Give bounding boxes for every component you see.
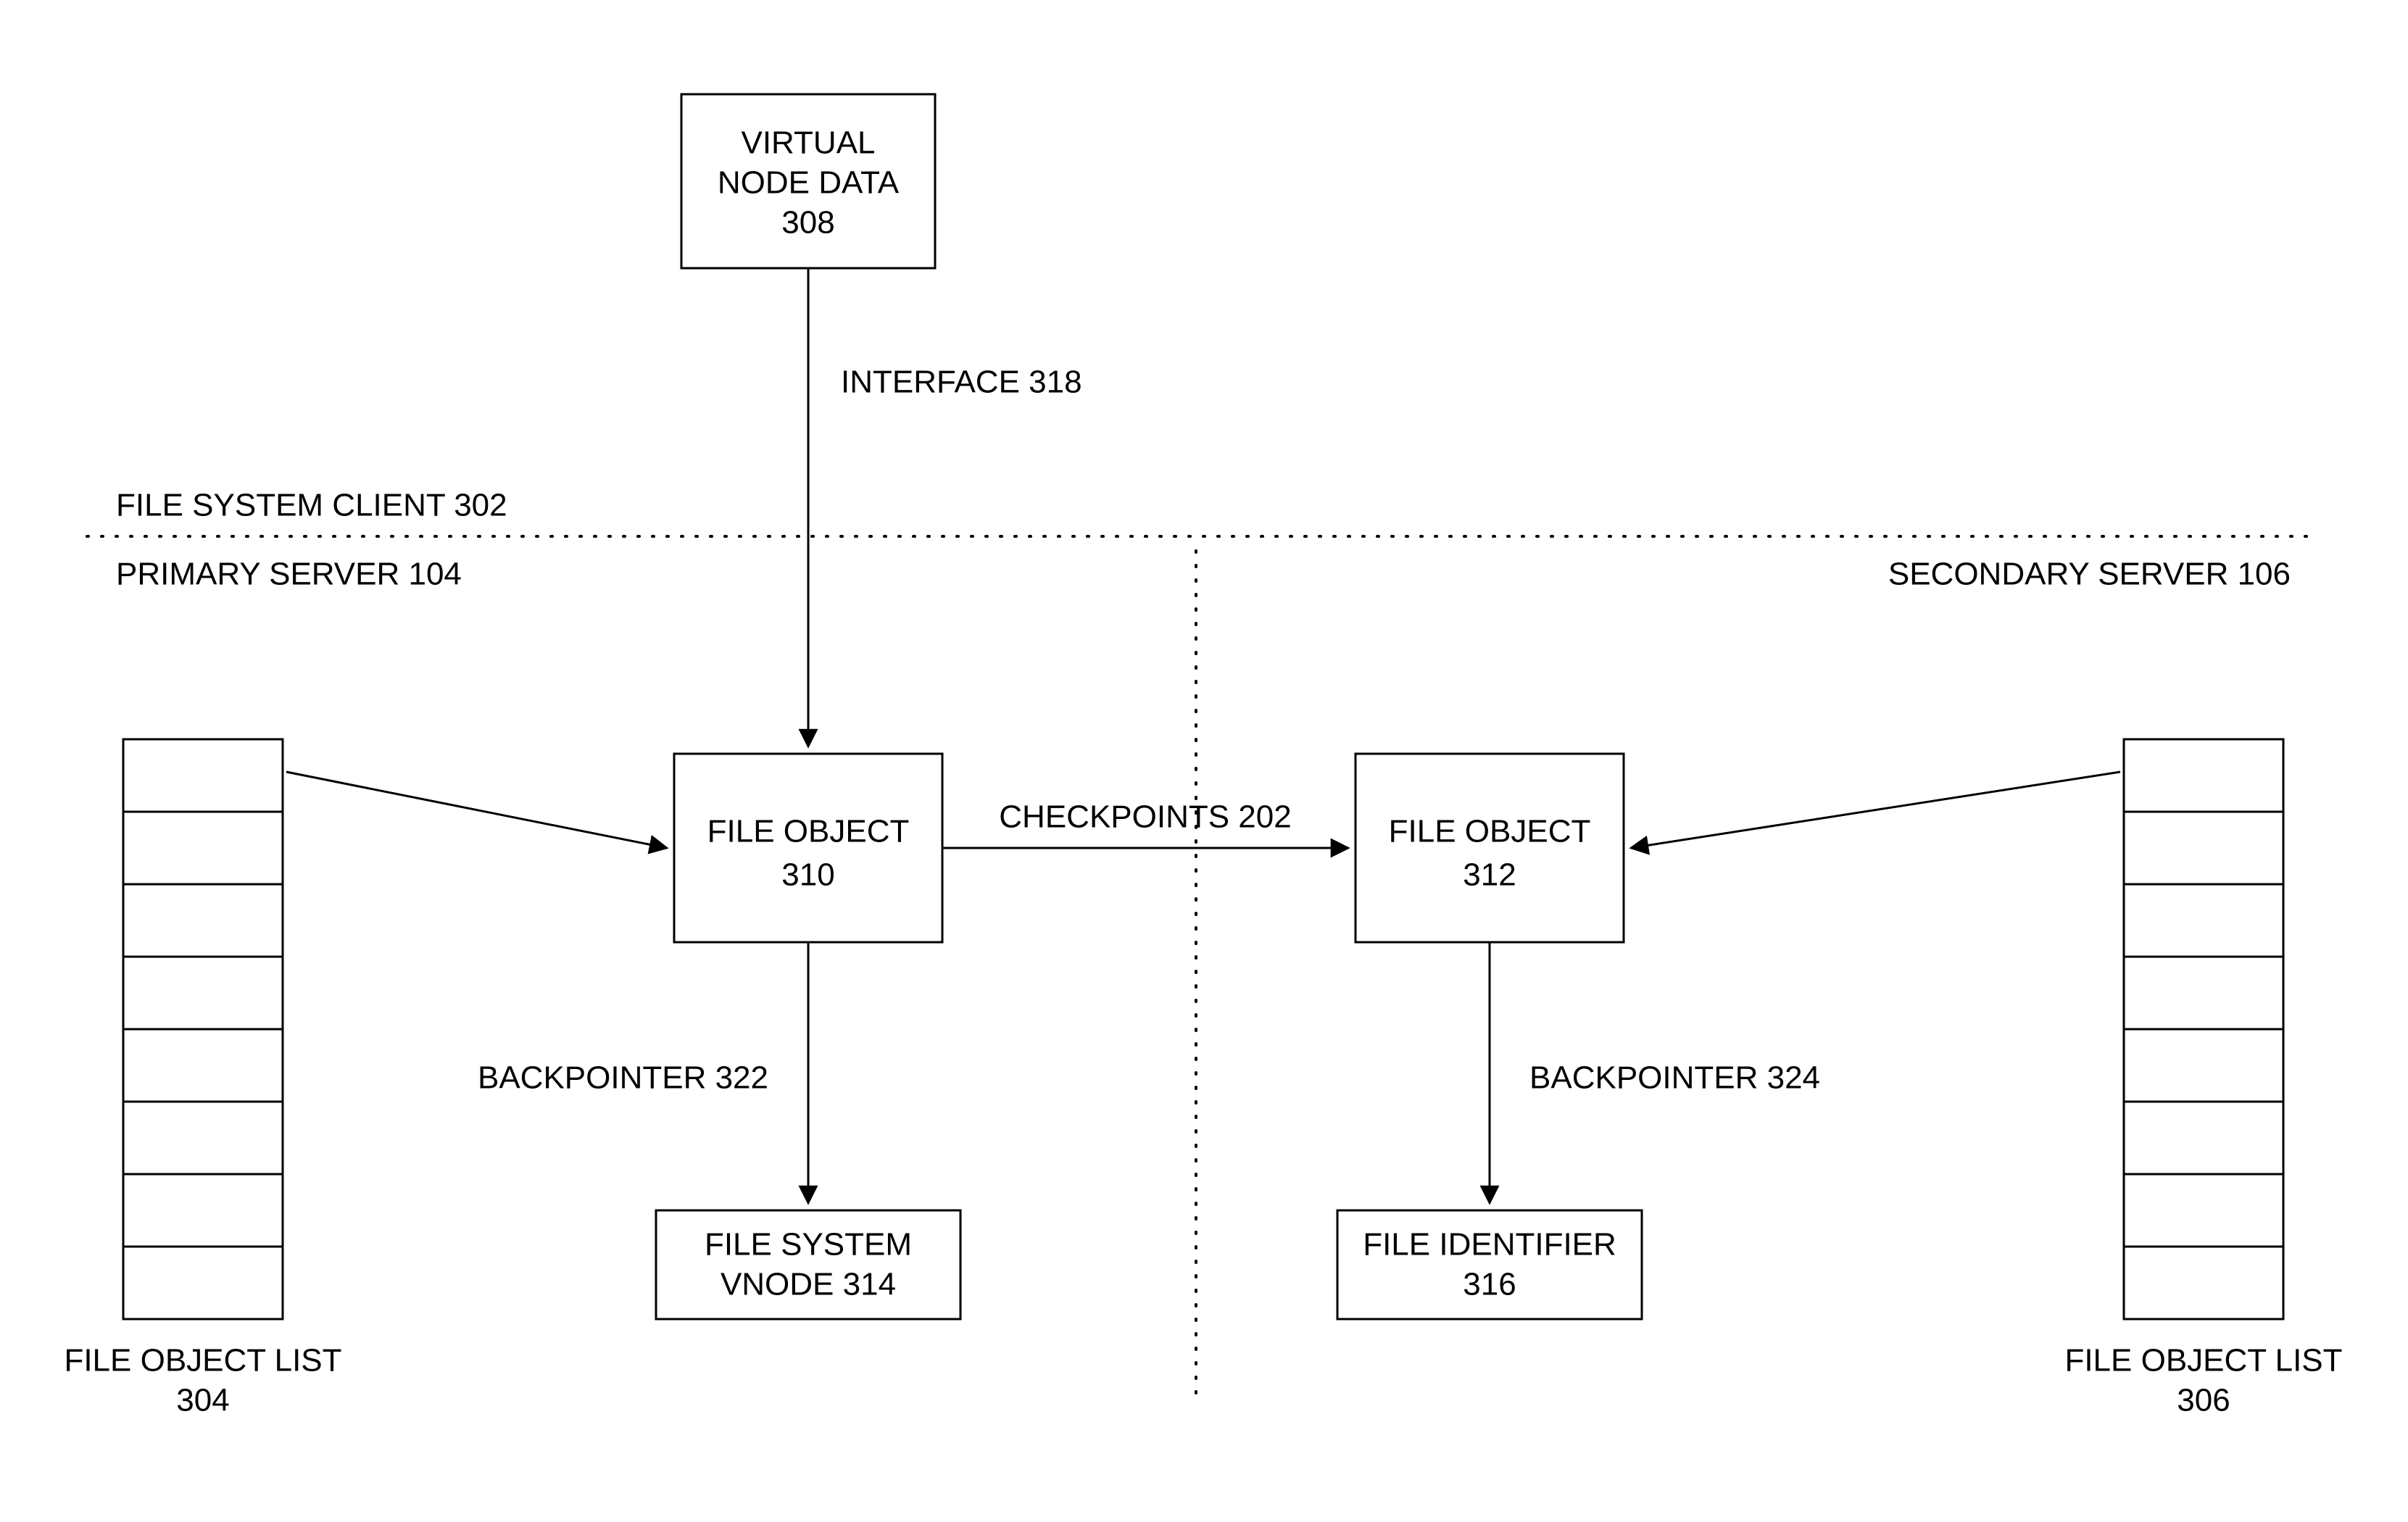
- svg-text:FILE OBJECT: FILE OBJECT: [1389, 814, 1591, 849]
- svg-text:304: 304: [176, 1383, 229, 1418]
- svg-text:306: 306: [2177, 1383, 2230, 1418]
- node-virtual-node-data: VIRTUAL NODE DATA 308: [681, 94, 935, 268]
- node-file-object-list-left: FILE OBJECT LIST 304: [64, 739, 341, 1418]
- svg-text:VIRTUAL: VIRTUAL: [741, 125, 875, 161]
- region-client-label: FILE SYSTEM CLIENT 302: [116, 488, 507, 523]
- edge-interface-label: INTERFACE 318: [841, 365, 1082, 400]
- diagram-canvas: FILE SYSTEM CLIENT 302 PRIMARY SERVER 10…: [0, 0, 2408, 1522]
- node-file-identifier: FILE IDENTIFIER 316: [1337, 1210, 1642, 1319]
- region-primary-label: PRIMARY SERVER 104: [116, 557, 462, 592]
- svg-text:312: 312: [1463, 857, 1516, 893]
- svg-text:FILE OBJECT LIST: FILE OBJECT LIST: [64, 1343, 341, 1378]
- svg-text:310: 310: [781, 857, 834, 893]
- svg-text:316: 316: [1463, 1267, 1516, 1302]
- region-secondary-label: SECONDARY SERVER 106: [1888, 557, 2291, 592]
- edge-list-right-to-fileobj: [1631, 772, 2120, 848]
- node-fs-vnode: FILE SYSTEM VNODE 314: [656, 1210, 960, 1319]
- node-file-object-list-right: FILE OBJECT LIST 306: [2064, 739, 2342, 1418]
- svg-text:FILE IDENTIFIER: FILE IDENTIFIER: [1363, 1227, 1616, 1263]
- node-file-object-secondary: FILE OBJECT 312: [1355, 754, 1624, 942]
- svg-text:308: 308: [781, 205, 834, 241]
- edge-list-left-to-fileobj: [286, 772, 667, 848]
- svg-text:FILE OBJECT: FILE OBJECT: [707, 814, 910, 849]
- node-file-object-primary: FILE OBJECT 310: [674, 754, 942, 942]
- svg-text:NODE DATA: NODE DATA: [718, 165, 900, 201]
- svg-text:VNODE 314: VNODE 314: [721, 1267, 896, 1302]
- edge-checkpoints-label: CHECKPOINTS 202: [999, 799, 1291, 835]
- svg-text:FILE SYSTEM: FILE SYSTEM: [705, 1227, 912, 1263]
- svg-text:FILE OBJECT LIST: FILE OBJECT LIST: [2064, 1343, 2342, 1378]
- edge-backpointer-left-label: BACKPOINTER 322: [478, 1060, 768, 1096]
- edge-backpointer-right-label: BACKPOINTER 324: [1529, 1060, 1820, 1096]
